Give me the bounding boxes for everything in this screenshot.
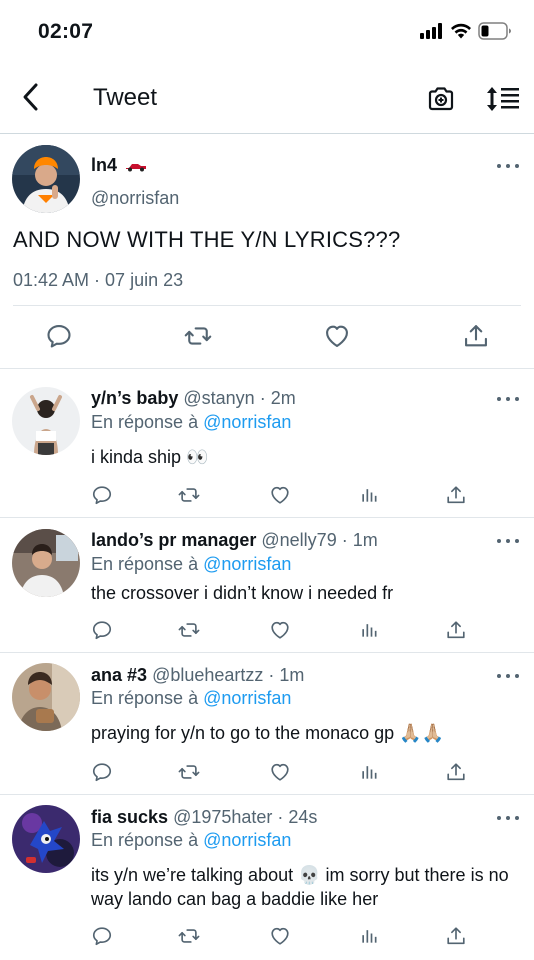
reply-tweet[interactable]: fia sucks @1975hater · 24s En réponse à … — [0, 796, 534, 960]
avatar[interactable] — [12, 145, 80, 213]
reply-icon[interactable] — [90, 618, 114, 642]
reply-display-name[interactable]: lando’s pr manager — [91, 530, 256, 550]
camera-icon — [428, 87, 454, 111]
views-icon[interactable] — [357, 924, 381, 948]
reply-actions — [0, 924, 534, 950]
share-icon[interactable] — [444, 483, 468, 507]
author-display-name: ln4 — [91, 155, 118, 175]
retweet-icon[interactable] — [177, 483, 201, 507]
views-icon[interactable] — [357, 618, 381, 642]
reply-handle-time[interactable]: @1975hater · 24s — [173, 807, 317, 827]
wifi-icon — [451, 23, 471, 39]
views-icon[interactable] — [357, 760, 381, 784]
reply-context: En réponse à @norrisfan — [91, 412, 291, 433]
status-time: 02:07 — [38, 20, 94, 43]
author-handle[interactable]: @norrisfan — [91, 188, 179, 209]
more-icon[interactable] — [497, 813, 519, 823]
avatar[interactable] — [12, 387, 80, 455]
tweet-text: AND NOW WITH THE Y/N LYRICS??? — [13, 227, 401, 252]
reply-mention[interactable]: @norrisfan — [203, 554, 291, 574]
tweet-actions — [0, 321, 534, 353]
reply-icon[interactable] — [90, 924, 114, 948]
retweet-icon[interactable] — [177, 618, 201, 642]
reply-actions — [0, 760, 534, 786]
like-icon[interactable] — [268, 760, 292, 784]
reply-tweet[interactable]: lando’s pr manager @nelly79 · 1m En répo… — [0, 519, 534, 653]
camera-button[interactable] — [424, 82, 458, 116]
reply-actions — [0, 618, 534, 644]
reply-display-name[interactable]: fia sucks — [91, 807, 168, 827]
reply-text: praying for y/n to go to the monaco gp 🙏… — [91, 723, 445, 743]
like-icon[interactable] — [268, 924, 292, 948]
reply-icon[interactable] — [90, 483, 114, 507]
retweet-icon[interactable] — [177, 924, 201, 948]
reply-header: fia sucks @1975hater · 24s — [91, 807, 317, 828]
race-car-icon — [126, 163, 147, 171]
back-button[interactable] — [14, 80, 48, 114]
page-title: Tweet — [93, 84, 158, 111]
status-bar: 02:07 — [0, 0, 534, 64]
reply-display-name[interactable]: y/n’s baby — [91, 388, 178, 408]
more-icon[interactable] — [497, 161, 519, 171]
avatar[interactable] — [12, 663, 80, 731]
like-icon[interactable] — [268, 483, 292, 507]
retweet-icon[interactable] — [177, 760, 201, 784]
signal-icon — [420, 23, 442, 39]
reply-tweet[interactable]: ana #3 @blueheartzz · 1m En réponse à @n… — [0, 654, 534, 795]
more-icon[interactable] — [497, 671, 519, 681]
reply-handle-time[interactable]: @blueheartzz · 1m — [152, 665, 304, 685]
like-icon[interactable] — [322, 321, 352, 351]
reply-context: En réponse à @norrisfan — [91, 830, 291, 851]
battery-icon — [478, 22, 511, 40]
reply-prefix: En réponse à — [91, 830, 199, 850]
reply-icon[interactable] — [44, 321, 74, 351]
reply-header: lando’s pr manager @nelly79 · 1m — [91, 530, 378, 551]
sort-button[interactable] — [484, 82, 522, 116]
reply-text: the crossover i didn’t know i needed fr — [91, 583, 394, 603]
reply-mention[interactable]: @norrisfan — [203, 830, 291, 850]
author-name[interactable]: ln4 — [91, 155, 147, 176]
share-icon[interactable] — [461, 321, 491, 351]
reply-context: En réponse à @norrisfan — [91, 554, 291, 575]
share-icon[interactable] — [444, 618, 468, 642]
status-icons — [420, 22, 512, 40]
sort-icon — [487, 87, 519, 111]
reply-context: En réponse à @norrisfan — [91, 688, 291, 709]
retweet-icon[interactable] — [183, 321, 213, 351]
reply-handle-time[interactable]: @nelly79 · 1m — [261, 530, 377, 550]
avatar[interactable] — [12, 529, 80, 597]
back-arrow-icon — [23, 83, 38, 111]
main-tweet: ln4 @norrisfan AND NOW WITH THE Y/N LYRI… — [0, 135, 534, 369]
like-icon[interactable] — [268, 618, 292, 642]
reply-prefix: En réponse à — [91, 688, 199, 708]
share-icon[interactable] — [444, 924, 468, 948]
reply-text: i kinda ship 👀 — [91, 447, 209, 467]
reply-icon[interactable] — [90, 760, 114, 784]
reply-actions — [0, 483, 534, 509]
reply-tweet[interactable]: y/n’s baby @stanyn · 2m En réponse à @no… — [0, 370, 534, 518]
nav-bar: Tweet — [0, 64, 534, 134]
tweet-timestamp[interactable]: 01:42 AM · 07 juin 23 — [13, 270, 183, 291]
avatar[interactable] — [12, 805, 80, 873]
reply-header: ana #3 @blueheartzz · 1m — [91, 665, 304, 686]
divider — [13, 305, 521, 306]
more-icon[interactable] — [497, 394, 519, 404]
reply-text: its y/n we’re talking about 💀 im sorry b… — [91, 865, 509, 909]
views-icon[interactable] — [357, 483, 381, 507]
reply-handle-time[interactable]: @stanyn · 2m — [183, 388, 295, 408]
reply-header: y/n’s baby @stanyn · 2m — [91, 388, 296, 409]
reply-mention[interactable]: @norrisfan — [203, 412, 291, 432]
reply-prefix: En réponse à — [91, 412, 199, 432]
reply-display-name[interactable]: ana #3 — [91, 665, 147, 685]
share-icon[interactable] — [444, 760, 468, 784]
reply-mention[interactable]: @norrisfan — [203, 688, 291, 708]
reply-prefix: En réponse à — [91, 554, 199, 574]
more-icon[interactable] — [497, 536, 519, 546]
